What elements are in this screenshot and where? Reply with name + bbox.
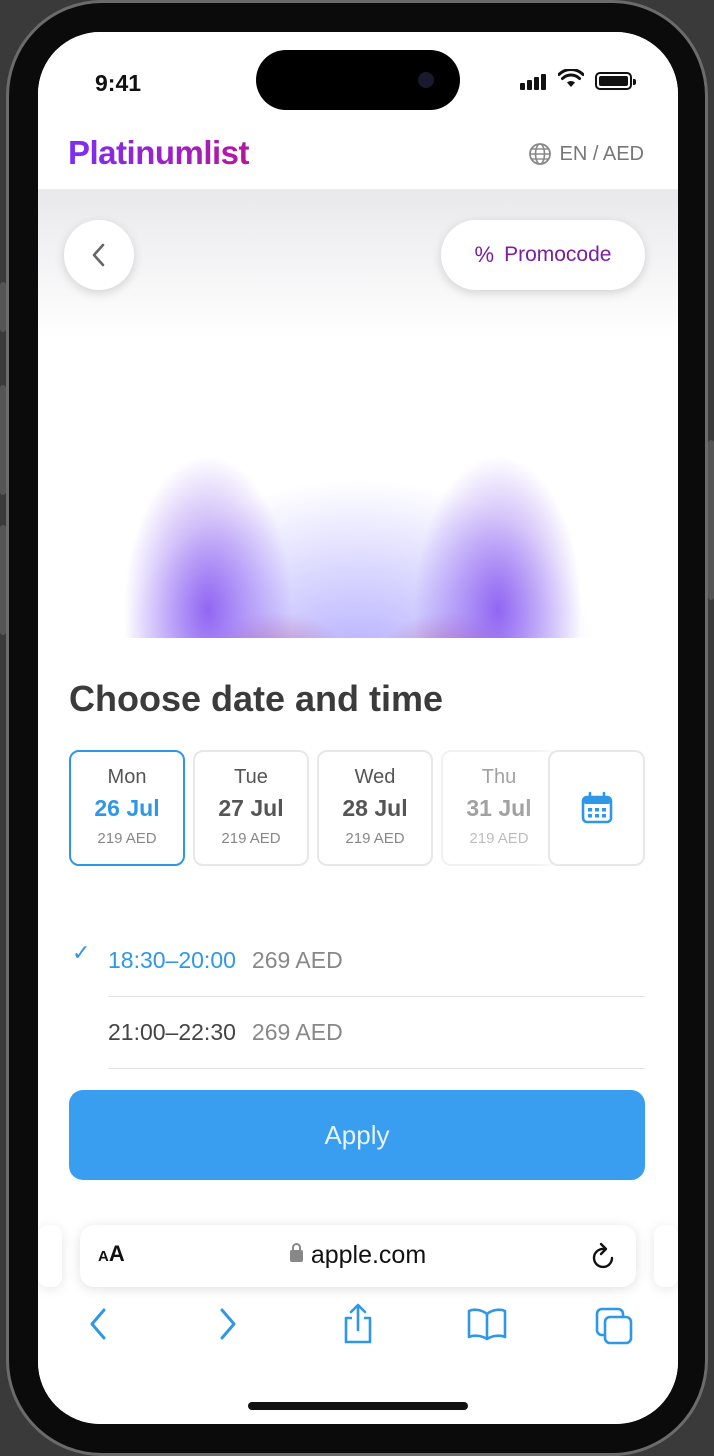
date-day: 26 Jul [94, 795, 160, 821]
checkmark-icon: ✓ [72, 940, 91, 965]
status-bar: 9:41 [38, 32, 678, 132]
battery-icon [595, 72, 636, 90]
date-selector: Mon 26 Jul 219 AED Tue 27 Jul 219 AED We… [69, 750, 649, 870]
time-slot[interactable]: 18:30–20:00 269 AED [108, 925, 645, 997]
reload-icon[interactable] [590, 1241, 618, 1271]
date-weekday: Wed [354, 766, 396, 788]
platinumlist-logo[interactable]: Platinumlist [68, 134, 250, 172]
back-button[interactable] [64, 220, 134, 290]
power-button [708, 440, 714, 600]
next-tab-preview[interactable] [654, 1225, 678, 1287]
cellular-signal-icon [520, 72, 548, 90]
date-weekday: Thu [481, 766, 517, 788]
share-icon[interactable] [340, 1302, 376, 1346]
sheet-title: Choose date and time [69, 678, 444, 719]
date-price: 219 AED [221, 830, 281, 847]
date-price: 219 AED [345, 830, 405, 847]
time-slot-price: 269 AED [251, 1019, 343, 1045]
time-slot-time: 18:30–20:00 [108, 947, 236, 973]
date-weekday: Tue [234, 766, 268, 788]
calendar-button[interactable] [548, 750, 645, 866]
volume-up-button [0, 385, 6, 495]
phone-screen: 9:41 Platinumlist EN / AED % Promocode C… [38, 32, 678, 1424]
back-arrow-icon[interactable] [86, 1306, 110, 1342]
date-card[interactable]: Mon 26 Jul 219 AED [69, 750, 185, 866]
date-day: 31 Jul [466, 795, 532, 821]
globe-icon [528, 143, 551, 165]
date-card[interactable]: Wed 28 Jul 219 AED [317, 750, 433, 866]
address-bar[interactable]: AA apple.com [80, 1225, 636, 1287]
tabs-icon[interactable] [594, 1306, 634, 1346]
forward-arrow-icon[interactable] [216, 1306, 240, 1342]
chevron-left-icon [92, 243, 105, 267]
lock-icon [289, 1243, 303, 1262]
camera-icon [418, 72, 434, 88]
date-day: 28 Jul [342, 795, 408, 821]
promocode-label: Promocode [504, 243, 612, 266]
promocode-button[interactable]: % Promocode [441, 220, 645, 290]
date-price: 219 AED [97, 830, 157, 847]
language-currency-selector[interactable]: EN / AED [528, 142, 644, 166]
volume-down-button [0, 525, 6, 635]
percent-icon: % [474, 242, 495, 267]
calendar-icon [581, 791, 612, 824]
url-label: apple.com [310, 1241, 427, 1269]
time-slot-price: 269 AED [251, 947, 343, 973]
date-card[interactable]: Tue 27 Jul 219 AED [193, 750, 309, 866]
date-day: 27 Jul [218, 795, 284, 821]
bookmarks-icon[interactable] [466, 1306, 508, 1342]
wifi-icon [558, 69, 584, 87]
date-weekday: Mon [107, 766, 147, 788]
home-indicator [248, 1402, 468, 1410]
date-card[interactable]: Thu 31 Jul 219 AED [441, 750, 557, 866]
url-text: apple.com [80, 1241, 636, 1270]
date-price: 219 AED [469, 830, 529, 847]
time-slot[interactable]: 21:00–22:30 269 AED [108, 997, 645, 1069]
previous-tab-preview[interactable] [38, 1225, 62, 1287]
time-slot-time: 21:00–22:30 [108, 1019, 236, 1045]
status-time: 9:41 [95, 70, 142, 96]
mute-switch [0, 282, 6, 332]
language-currency-label: EN / AED [559, 142, 644, 165]
apply-button[interactable]: Apply [69, 1090, 645, 1180]
dynamic-island [256, 50, 460, 110]
app-header: Platinumlist EN / AED [38, 132, 678, 190]
browser-toolbar [38, 1300, 678, 1360]
